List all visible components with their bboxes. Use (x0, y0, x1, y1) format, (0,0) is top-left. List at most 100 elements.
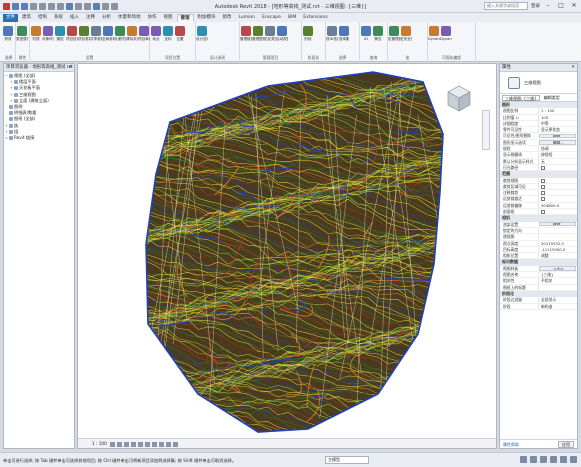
reveal-hidden-icon[interactable] (166, 441, 172, 447)
dimension-icon[interactable] (75, 2, 82, 10)
ribbon-button[interactable]: 清除未使用项 (126, 24, 138, 46)
edit-type-button[interactable]: 编辑类型 (544, 95, 560, 101)
tab-5[interactable]: 注释 (83, 14, 98, 22)
ribbon-button[interactable]: Dynamo (428, 24, 440, 46)
ribbon-button[interactable]: 设计选项 (196, 24, 208, 46)
ribbon-button[interactable]: 选择集 (338, 24, 350, 46)
ribbon-button[interactable]: ID (360, 24, 372, 46)
checkbox[interactable] (541, 191, 545, 196)
property-value[interactable] (538, 209, 577, 215)
visual-style-icon[interactable] (117, 441, 123, 447)
navigation-bar[interactable] (482, 110, 490, 150)
checkbox[interactable] (541, 210, 545, 215)
ribbon-button[interactable]: 地点 (150, 24, 162, 46)
tab-10[interactable]: 管理 (176, 14, 194, 22)
ribbon-button[interactable]: 项目单位 (138, 24, 150, 46)
ribbon-button[interactable]: 警告 (372, 24, 384, 46)
ribbon-button[interactable]: 材质 (30, 24, 42, 46)
tab-6[interactable]: 分析 (99, 14, 114, 22)
shadows-icon[interactable] (131, 441, 137, 447)
tab-14[interactable]: Enscape (259, 14, 284, 22)
ribbon-button[interactable]: 坐标 (162, 24, 174, 46)
view-scale[interactable]: 1 : 100 (92, 441, 107, 446)
3d-view-icon[interactable] (93, 2, 100, 10)
ribbon-button[interactable]: 阶段 (302, 24, 314, 46)
ribbon-button[interactable]: 修改 (2, 24, 14, 46)
tab-15[interactable]: BIM (285, 14, 299, 22)
render-icon[interactable] (138, 441, 144, 447)
measure-icon[interactable] (66, 2, 73, 10)
search-input[interactable]: 键入关键字或短语 (484, 2, 528, 10)
ribbon-button[interactable]: 位置 (174, 24, 186, 46)
close-icon[interactable]: ✕ (571, 64, 575, 72)
print-icon[interactable] (57, 2, 64, 10)
edit-button[interactable]: 编辑... (539, 222, 576, 227)
minimize-button[interactable]: – (543, 2, 553, 10)
edit-button[interactable]: 编辑... (539, 133, 576, 139)
save-icon[interactable] (21, 2, 28, 10)
checkbox[interactable] (541, 178, 545, 183)
ribbon-button[interactable]: 启动视图 (276, 24, 288, 46)
close-button[interactable]: ✕ (569, 2, 579, 10)
ribbon-button[interactable]: 对象样式 (42, 24, 54, 46)
sun-path-icon[interactable] (124, 441, 130, 447)
checkbox[interactable] (541, 197, 545, 202)
temp-hide-icon[interactable] (159, 441, 165, 447)
tab-1[interactable]: 建筑 (19, 14, 34, 22)
ribbon-button[interactable]: 共享参数 (90, 24, 102, 46)
tab-13[interactable]: Lumion (236, 14, 259, 22)
terrain-model[interactable] (78, 64, 497, 440)
tab-3[interactable]: 系统 (51, 14, 66, 22)
filter-icon[interactable] (570, 456, 577, 463)
crop-icon[interactable] (145, 441, 151, 447)
tab-8[interactable]: 协作 (145, 14, 160, 22)
property-value[interactable] (538, 177, 577, 183)
section-icon[interactable] (102, 2, 109, 10)
ribbon-button[interactable]: 捕捉 (54, 24, 66, 46)
tab-2[interactable]: 结构 (35, 14, 50, 22)
property-value[interactable] (538, 196, 577, 202)
ribbon-button[interactable]: 全局参数 (102, 24, 114, 46)
property-value[interactable] (538, 190, 577, 196)
ribbon-button[interactable]: 按ID选择 (326, 24, 338, 46)
tab-7[interactable]: 体量和场地 (115, 14, 144, 22)
ribbon-button[interactable]: 贴花类型 (264, 24, 276, 46)
edit-button[interactable]: 编辑... (539, 140, 576, 145)
analysis-icon[interactable] (173, 441, 179, 447)
ribbon-button[interactable]: 项目信息 (66, 24, 78, 46)
edit-button[interactable]: <无> (539, 266, 576, 271)
select-pinned-icon[interactable] (540, 456, 547, 463)
tab-16[interactable]: Extensions (300, 14, 330, 22)
checkbox[interactable] (541, 184, 545, 189)
open-icon[interactable] (12, 2, 19, 10)
browser-tree-item[interactable]: ∞ Revit 链接 (5, 135, 74, 141)
tab-11[interactable]: 附加模块 (195, 14, 219, 22)
ribbon-button[interactable]: Dynamo 播放器 (440, 24, 452, 46)
apply-button[interactable]: 应用 (558, 441, 574, 448)
maximize-button[interactable]: □ (556, 2, 566, 10)
close-icon[interactable]: ✕ (68, 64, 72, 72)
revit-logo-icon[interactable] (3, 2, 10, 10)
ribbon-button[interactable]: 管理图像 (252, 24, 264, 46)
tab-12[interactable]: 修改 (220, 14, 235, 22)
select-underlay-icon[interactable] (530, 456, 537, 463)
sign-in-link[interactable]: 登录 (531, 3, 540, 9)
ribbon-button[interactable]: 传递项目标准 (114, 24, 126, 46)
type-selector[interactable]: 三维视图 (500, 72, 577, 94)
model-selector[interactable]: 主模型 (325, 456, 369, 464)
undo-icon[interactable] (39, 2, 46, 10)
sync-icon[interactable] (30, 2, 37, 10)
select-links-icon[interactable] (520, 456, 527, 463)
redo-icon[interactable] (48, 2, 55, 10)
tab-4[interactable]: 插入 (67, 14, 82, 22)
detail-level-icon[interactable] (110, 441, 116, 447)
ribbon-button[interactable]: 宏管理器 (388, 24, 400, 46)
tag-icon[interactable] (84, 2, 91, 10)
checkbox[interactable] (541, 165, 545, 170)
select-by-face-icon[interactable] (550, 456, 557, 463)
property-value[interactable] (538, 183, 577, 190)
ribbon-button[interactable]: 类型属性 (16, 24, 28, 46)
property-value[interactable]: 1 : 100 (538, 108, 577, 114)
ribbon-button[interactable]: 宏安全性 (400, 24, 412, 46)
ribbon-button[interactable]: 管理链接 (240, 24, 252, 46)
